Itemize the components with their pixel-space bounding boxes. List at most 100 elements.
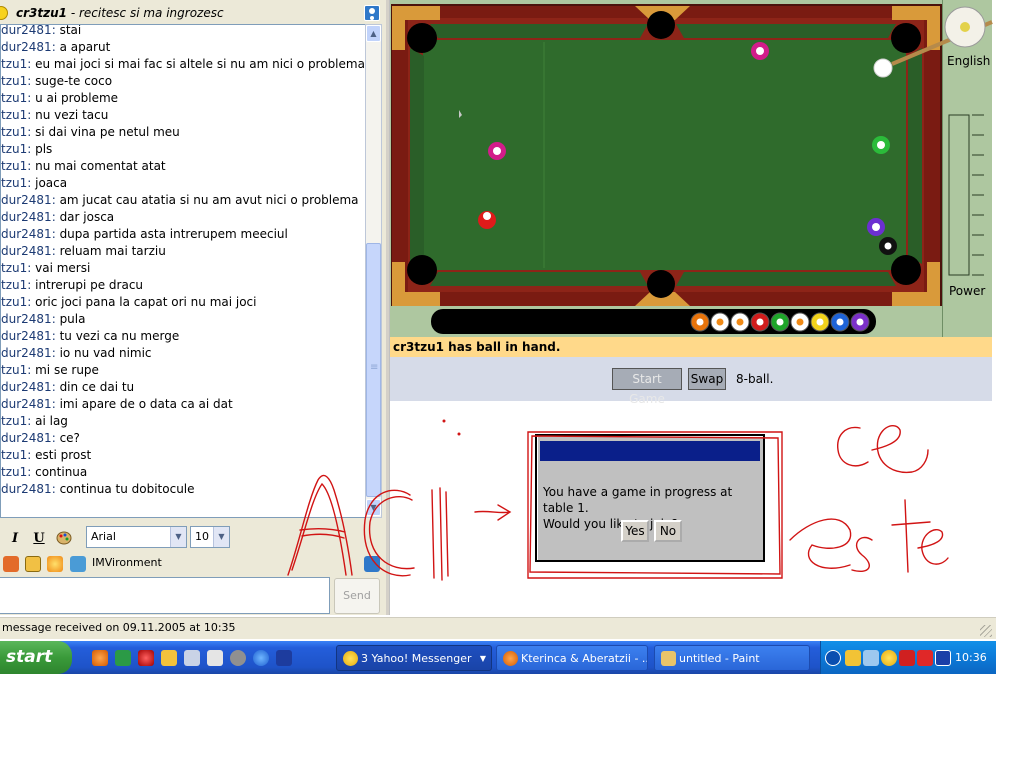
start-label: start — [6, 647, 53, 667]
sender-separator: : — [27, 159, 36, 173]
chat-message: tzu1: esti prost — [1, 447, 91, 464]
tray-icon[interactable] — [899, 650, 915, 666]
chat-message: tzu1: joaca — [1, 175, 67, 192]
italic-button[interactable]: I — [6, 530, 24, 548]
message-sender: tzu1 — [1, 363, 28, 377]
message-sender: tzu1 — [1, 465, 28, 479]
sender-separator: : — [51, 346, 60, 360]
chevron-down-icon[interactable]: ▼ — [480, 646, 486, 670]
chat-scrollbar[interactable]: ▲ ▼ — [365, 24, 382, 518]
sender-separator: : — [51, 193, 60, 207]
quicklaunch-icon[interactable] — [207, 650, 223, 666]
chat-message: tzu1: ai lag — [1, 413, 68, 430]
message-text: pula — [59, 312, 86, 326]
tray-icon[interactable] — [917, 650, 933, 666]
message-sender: tzu1 — [1, 108, 28, 122]
message-text: mi se rupe — [35, 363, 99, 377]
dialog-title-bar[interactable] — [540, 441, 760, 461]
chat-message: tzu1: nu mai comentat atat — [1, 158, 166, 175]
chat-message: tzu1: oric joci pana la capat ori nu mai… — [1, 294, 257, 311]
send-button[interactable]: Send — [334, 578, 380, 614]
message-text: joaca — [35, 176, 68, 190]
yes-button[interactable]: Yes — [621, 520, 649, 542]
chevron-down-icon[interactable]: ▼ — [213, 527, 229, 547]
message-text: stai — [59, 24, 82, 37]
font-family-select[interactable]: Arial ▼ — [86, 526, 187, 548]
resize-grip[interactable] — [980, 625, 992, 637]
tray-icon[interactable] — [863, 650, 879, 666]
imvironment-label[interactable]: IMVironment — [92, 556, 162, 569]
audibles-icon[interactable] — [25, 556, 41, 572]
task-yahoo-messenger[interactable]: 3 Yahoo! Messenger ▼ — [336, 645, 492, 671]
message-text: dupa partida asta intrerupem meeciul — [59, 227, 288, 241]
contact-name: cr3tzu1 — [16, 6, 67, 20]
swap-button[interactable]: Swap — [688, 368, 726, 390]
sender-separator: : — [27, 278, 36, 292]
chat-message: tzu1: nu vezi tacu — [1, 107, 108, 124]
sender-separator: : — [27, 91, 36, 105]
power-panel: English Power — [942, 0, 992, 337]
chat-message: tzu1: mi se rupe — [1, 362, 99, 379]
tray-expand-icon[interactable] — [825, 650, 841, 666]
chat-message: dur2481: imi apare de o data ca ai dat — [1, 396, 233, 413]
scroll-up-button[interactable]: ▲ — [366, 25, 381, 42]
firefox-icon[interactable] — [92, 650, 108, 666]
chat-message: dur2481: a aparut — [1, 39, 110, 56]
media-player-icon[interactable] — [935, 650, 951, 666]
message-text: eu mai joci si mai fac si altele si nu a… — [35, 57, 365, 71]
yahoo-tray-icon[interactable] — [881, 650, 897, 666]
imvironment-icon[interactable] — [70, 556, 86, 572]
chat-message: tzu1: eu mai joci si mai fac si altele s… — [1, 56, 365, 73]
start-button[interactable]: start — [0, 641, 72, 674]
quicklaunch-icon[interactable] — [161, 650, 177, 666]
chevron-down-icon[interactable]: ▼ — [170, 527, 186, 547]
sender-separator: : — [27, 295, 36, 309]
chat-message: dur2481: dupa partida asta intrerupem me… — [1, 226, 288, 243]
chat-header: cr3tzu1 - recitesc si ma ingrozesc — [0, 2, 386, 24]
quicklaunch-icon[interactable] — [138, 650, 154, 666]
message-sender: dur2481 — [1, 346, 52, 360]
start-game-button[interactable]: Start Game — [612, 368, 682, 406]
message-text: ai lag — [35, 414, 68, 428]
chat-tools-bar: IMVironment — [0, 553, 386, 573]
quicklaunch-icon[interactable] — [184, 650, 200, 666]
message-text: ce? — [59, 431, 80, 445]
sender-separator: : — [51, 227, 60, 241]
sender-separator: : — [27, 108, 36, 122]
quicklaunch-icon[interactable] — [115, 650, 131, 666]
yahoo-smiley-icon — [343, 651, 358, 666]
chat-log: dur2481: stai dur2481: a aparut tzu1: eu m… — [0, 24, 366, 518]
game-mode-label: 8-ball. — [736, 372, 774, 386]
no-button[interactable]: No — [654, 520, 682, 542]
task-firefox-window[interactable]: Kterinca & Aberatzii - ... — [496, 645, 648, 671]
chat-message: dur2481: din ce dai tu — [1, 379, 134, 396]
tray-icon[interactable] — [845, 650, 861, 666]
emoticon-icon[interactable] — [3, 556, 19, 572]
message-sender: dur2481 — [1, 24, 52, 37]
underline-button[interactable]: U — [30, 530, 48, 548]
font-size-select[interactable]: 10 ▼ — [190, 526, 230, 548]
message-text: vai mersi — [35, 261, 91, 275]
message-text: am jucat cau atatia si nu am avut nici o… — [59, 193, 359, 207]
task-label: Kterinca & Aberatzii - ... — [521, 652, 648, 665]
nudge-icon[interactable] — [47, 556, 63, 572]
message-input[interactable] — [0, 577, 330, 614]
message-sender: dur2481 — [1, 397, 52, 411]
message-sender: tzu1 — [1, 57, 28, 71]
task-paint[interactable]: untitled - Paint — [654, 645, 810, 671]
sender-separator: : — [27, 363, 36, 377]
contact-details-icon[interactable] — [364, 556, 380, 572]
sender-separator: : — [51, 210, 60, 224]
scroll-down-button[interactable]: ▼ — [366, 499, 381, 516]
save-icon[interactable] — [276, 650, 292, 666]
quicklaunch-icon[interactable] — [230, 650, 246, 666]
scrollbar-thumb[interactable] — [366, 243, 381, 497]
game-status-message: cr3tzu1 has ball in hand. — [390, 337, 992, 357]
sender-separator: : — [27, 448, 36, 462]
contact-card-icon[interactable] — [364, 5, 380, 21]
message-sender: dur2481 — [1, 227, 52, 241]
message-text: esti prost — [35, 448, 92, 462]
internet-explorer-icon[interactable] — [253, 650, 269, 666]
text-color-palette-icon[interactable] — [55, 530, 73, 548]
last-message-timestamp: message received on 09.11.2005 at 10:35 — [2, 621, 236, 634]
